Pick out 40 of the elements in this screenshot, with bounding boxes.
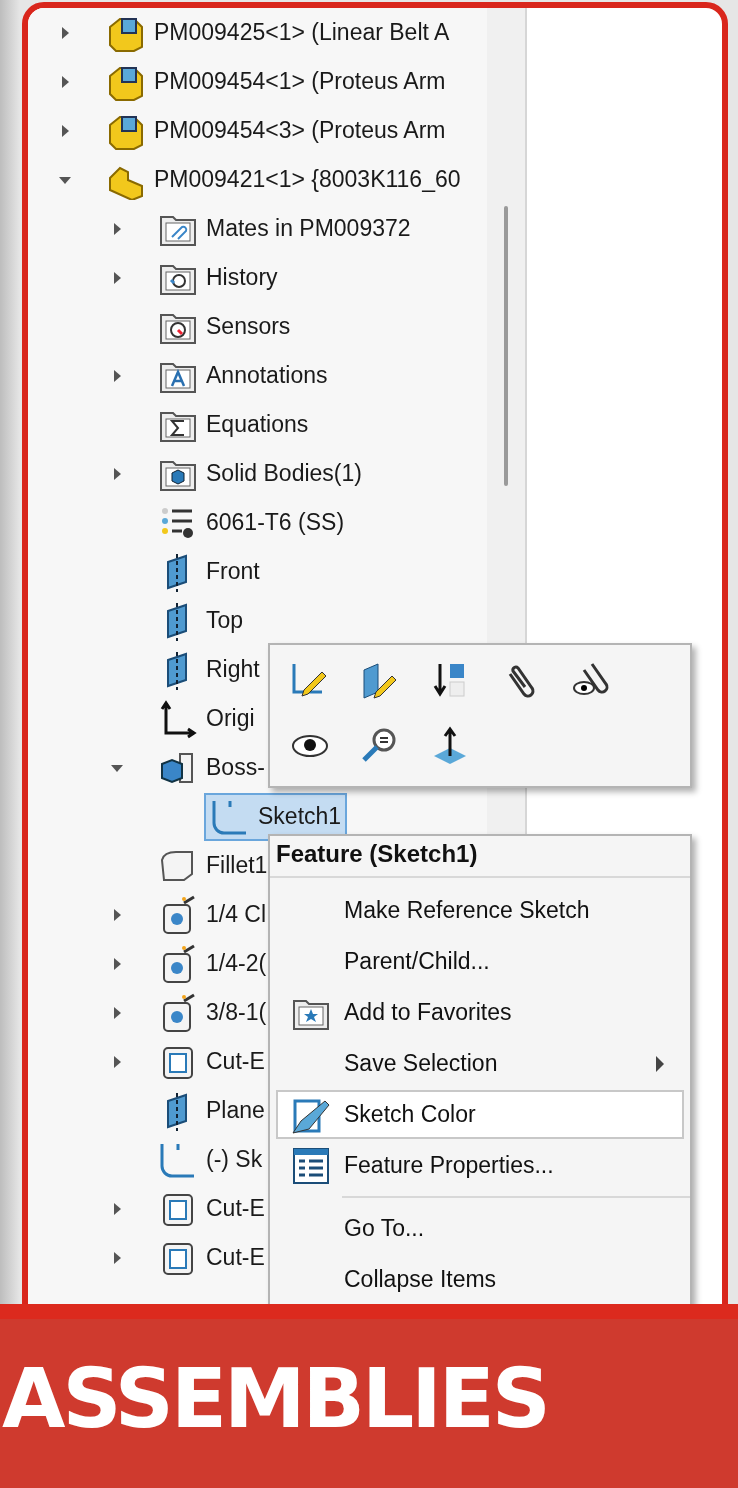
menu-item[interactable]: Make Reference Sketch (276, 886, 684, 935)
tree-item-label[interactable]: 1/4-2( (206, 950, 267, 977)
menu-item[interactable]: Add to Favorites (276, 988, 684, 1037)
tree-item-label[interactable]: 1/4 Cl (206, 901, 267, 928)
tree-item-label[interactable]: Cut-E (206, 1048, 265, 1075)
tree-item-label[interactable]: PM009454<3> (Proteus Arm (154, 117, 446, 144)
menu-item[interactable]: Sketch Color (276, 1090, 684, 1139)
tree-item-label[interactable]: History (206, 264, 278, 291)
tree-item-label[interactable]: 3/8-1( (206, 999, 267, 1026)
menu-item[interactable]: Collapse Items (276, 1255, 684, 1304)
tree-item-label[interactable]: Front (206, 558, 260, 585)
menu-item[interactable]: Save Selection (276, 1039, 684, 1088)
tree-item-label[interactable]: Fillet1 (206, 852, 268, 879)
properties-icon (291, 1145, 331, 1186)
menu-item[interactable]: Parent/Child... (276, 937, 684, 986)
tree-item-label[interactable]: Equations (206, 411, 309, 438)
tree-item-label[interactable]: Sketch1 (258, 803, 342, 830)
tree-item-label[interactable]: Cut-E (206, 1195, 265, 1222)
scrollbar-thumb[interactable] (504, 206, 508, 486)
origin-icon (158, 698, 198, 739)
tree-item-label[interactable]: PM009454<1> (Proteus Arm (154, 68, 446, 95)
menu-item[interactable]: Go To... (276, 1204, 684, 1253)
tree-item-label[interactable]: Sensors (206, 313, 291, 340)
tree-item-label[interactable]: Mates in PM009372 (206, 215, 411, 242)
tree-item-label[interactable]: Cut-E (206, 1244, 265, 1271)
tree-item-label[interactable]: PM009425<1> (Linear Belt A (154, 19, 450, 46)
tree-item-label[interactable]: Right (206, 656, 260, 683)
tree-item-label[interactable]: Origi (206, 705, 255, 732)
tree-item-label[interactable]: Plane (206, 1097, 265, 1124)
tree-item-label[interactable]: Top (206, 607, 244, 634)
selected-tree-item[interactable]: Sketch1 (204, 792, 348, 841)
tree-item-label[interactable]: PM009421<1> {8003K116_60 (154, 166, 461, 193)
tree-item-label[interactable]: Solid Bodies(1) (206, 460, 362, 487)
tree-item-label[interactable]: (-) Sk (206, 1146, 263, 1173)
tree-item-label[interactable]: Annotations (206, 362, 328, 389)
tree-item-label[interactable]: 6061-T6 (SS) (206, 509, 345, 536)
menu-item[interactable]: Feature Properties... (276, 1141, 684, 1190)
tree-item-label[interactable]: Boss- (206, 754, 265, 781)
banner-title: ASSEMBLIES (2, 1351, 548, 1446)
menu-title: Feature (Sketch1) (270, 836, 690, 878)
